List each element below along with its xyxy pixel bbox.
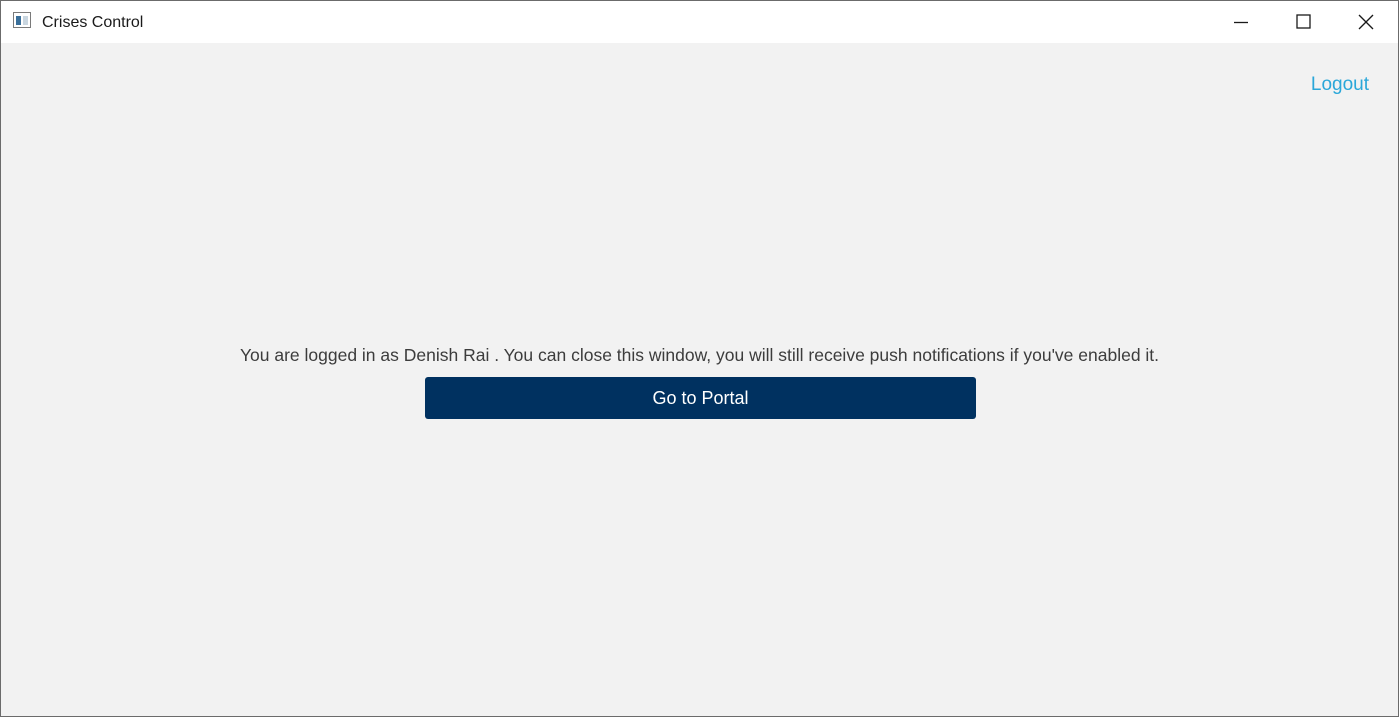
close-button[interactable] xyxy=(1334,1,1396,43)
app-window-icon xyxy=(13,12,31,28)
close-icon xyxy=(1358,14,1374,30)
minimize-button[interactable] xyxy=(1210,1,1272,43)
app-window: Crises Control Logout You are logged in … xyxy=(0,0,1399,717)
logout-link[interactable]: Logout xyxy=(1311,73,1369,97)
maximize-icon xyxy=(1296,14,1311,29)
go-to-portal-button[interactable]: Go to Portal xyxy=(425,377,976,419)
minimize-icon xyxy=(1234,21,1248,24)
maximize-button[interactable] xyxy=(1272,1,1334,43)
title-bar[interactable]: Crises Control xyxy=(1,1,1398,43)
login-status-message: You are logged in as Denish Rai . You ca… xyxy=(239,345,1160,365)
window-title: Crises Control xyxy=(42,14,144,31)
